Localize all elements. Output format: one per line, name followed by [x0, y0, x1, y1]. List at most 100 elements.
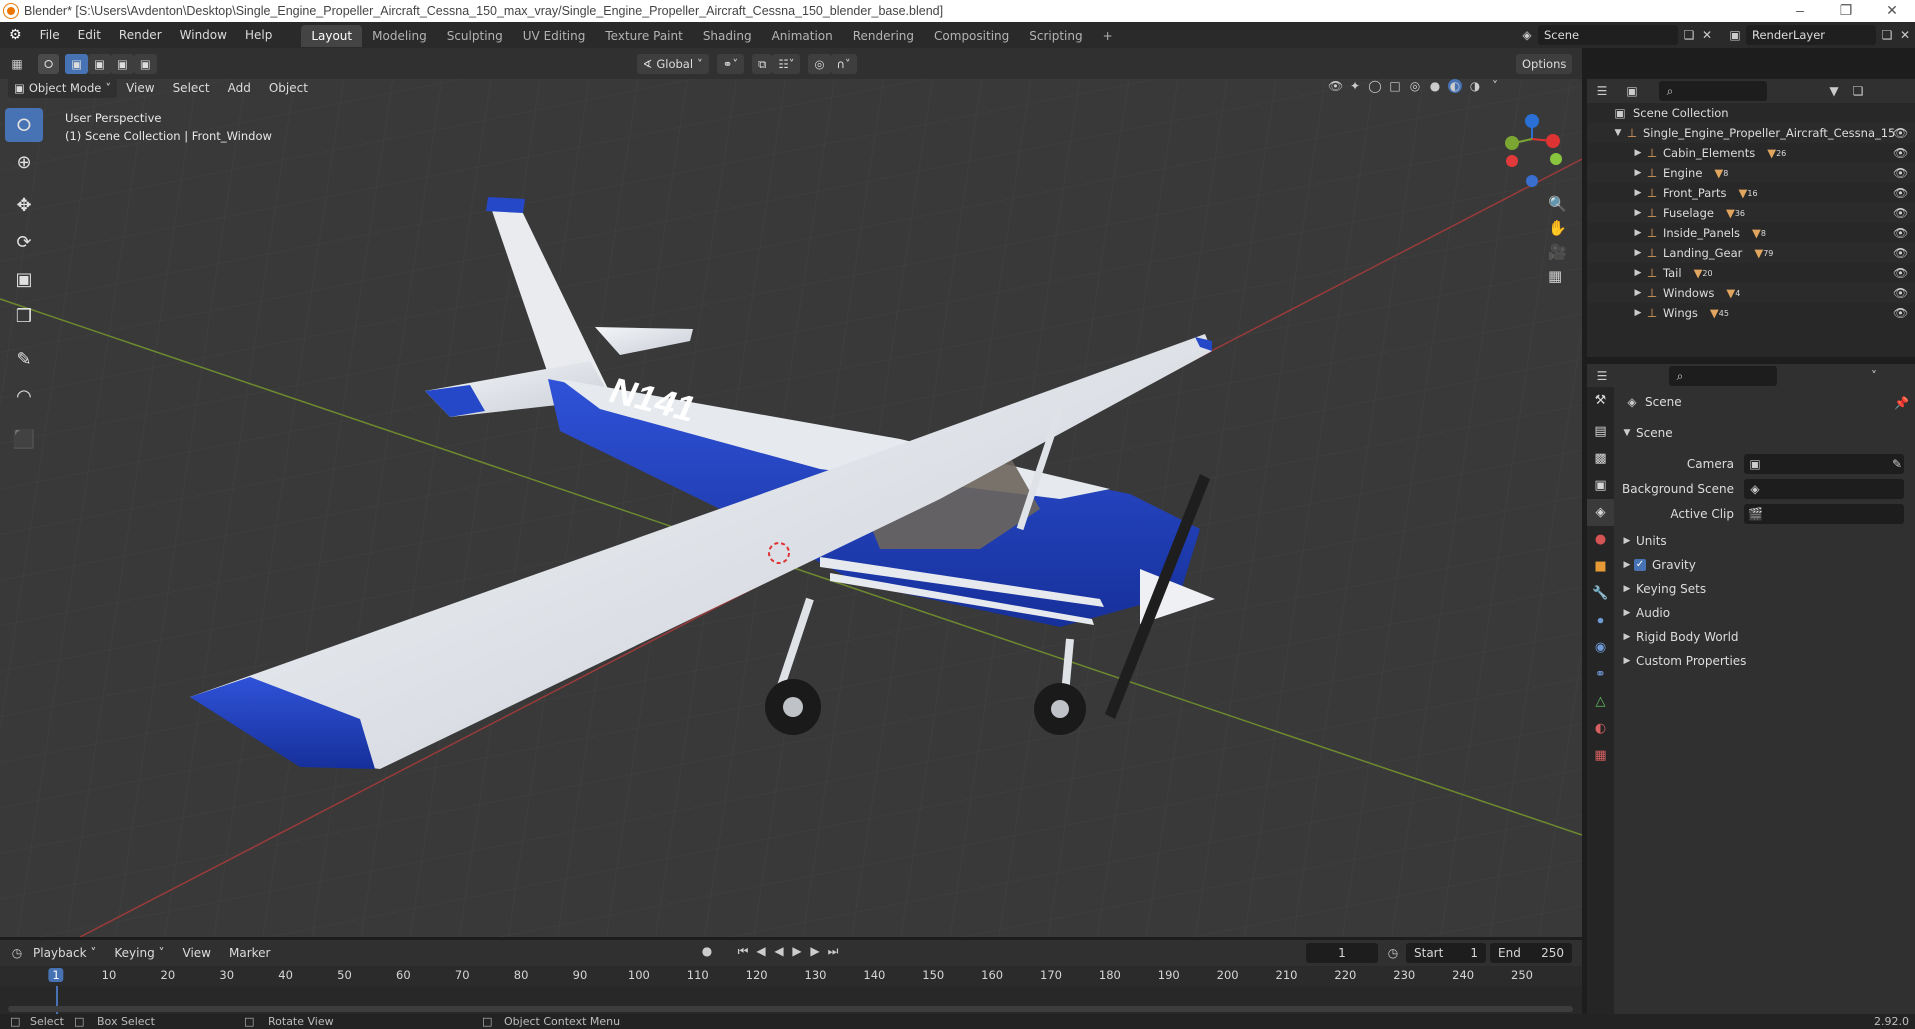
- menu-render[interactable]: Render: [110, 22, 171, 48]
- properties-editor-icon[interactable]: ☰: [1595, 369, 1609, 383]
- expand-icon[interactable]: ▶: [1631, 306, 1645, 320]
- play-reverse-icon[interactable]: ◀: [772, 944, 786, 958]
- add-workspace-icon[interactable]: +: [1093, 25, 1123, 47]
- scene-collection-row[interactable]: ▣ Scene Collection: [1587, 103, 1915, 123]
- frame-ruler[interactable]: 1 10 20 30 40 50 60 70 80 90 100 110 120 130 140 150 160…: [0, 966, 1582, 986]
- pivot-point-icon[interactable]: ⚭˅: [716, 53, 745, 74]
- select-mode-subtract-icon[interactable]: ▣: [110, 53, 134, 74]
- expand-icon[interactable]: ▶: [1631, 286, 1645, 300]
- visibility-eye-icon[interactable]: 👁: [1893, 166, 1908, 180]
- visibility-eye-icon[interactable]: 👁: [1893, 206, 1908, 220]
- data-tab-icon[interactable]: △: [1587, 688, 1614, 715]
- properties-options-icon[interactable]: ˅: [1867, 369, 1881, 383]
- tab-layout[interactable]: Layout: [301, 25, 363, 47]
- annotate-tool-icon[interactable]: ✎: [5, 342, 43, 376]
- jump-end-icon[interactable]: ⏭: [826, 944, 840, 958]
- shading-options-icon[interactable]: ˅: [1488, 79, 1502, 93]
- visibility-eye-icon[interactable]: 👁: [1893, 226, 1908, 240]
- physics-tab-icon[interactable]: ◉: [1587, 634, 1614, 661]
- outliner-item[interactable]: ▶ ⊥ Landing_Gear ▼ 79 👁: [1587, 243, 1915, 263]
- remove-view-layer-icon[interactable]: ✕: [1898, 28, 1912, 42]
- collection-row[interactable]: ▼ ⊥ Single_Engine_Propeller_Aircraft_Ces…: [1587, 123, 1915, 143]
- end-frame-field[interactable]: End 250: [1490, 943, 1572, 963]
- panel-gravity[interactable]: ▶ ✓ Gravity: [1620, 558, 1696, 572]
- timeline-editor-icon[interactable]: ◷: [10, 946, 24, 960]
- object-tab-icon[interactable]: ■: [1587, 553, 1614, 580]
- tab-scripting[interactable]: Scripting: [1019, 25, 1092, 47]
- new-collection-icon[interactable]: ❏: [1851, 84, 1865, 98]
- wireframe-shading-icon[interactable]: ◎: [1408, 79, 1422, 93]
- panel-rigid-body-world[interactable]: ▶ Rigid Body World: [1620, 630, 1739, 644]
- gravity-checkbox[interactable]: ✓: [1634, 559, 1646, 571]
- tab-shading[interactable]: Shading: [693, 25, 762, 47]
- rotate-tool-icon[interactable]: ⟳: [5, 225, 43, 259]
- visibility-icon[interactable]: 👁: [1328, 79, 1343, 93]
- transform-tool-icon[interactable]: ❒: [5, 299, 43, 333]
- expand-icon[interactable]: ▶: [1631, 186, 1645, 200]
- expand-icon[interactable]: ▶: [1631, 266, 1645, 280]
- menu-edit[interactable]: Edit: [69, 22, 110, 48]
- zoom-icon[interactable]: 🔍: [1548, 197, 1567, 212]
- viewport-menu-object[interactable]: Object: [260, 79, 317, 97]
- tab-sculpting[interactable]: Sculpting: [437, 25, 513, 47]
- tab-texture-paint[interactable]: Texture Paint: [595, 25, 692, 47]
- view-layer-tab-icon[interactable]: ▣: [1587, 472, 1614, 499]
- scene-tab-icon[interactable]: ◈: [1587, 499, 1614, 526]
- add-cube-tool-icon[interactable]: ⬛: [5, 422, 43, 456]
- view-layer-selector[interactable]: RenderLayer: [1746, 25, 1876, 45]
- minimize-icon[interactable]: –: [1780, 0, 1820, 22]
- tool-tab-icon[interactable]: ⚒: [1587, 387, 1614, 414]
- transform-orientation-dropdown[interactable]: ∢ Global ˅: [636, 53, 709, 74]
- select-mode-new-icon[interactable]: ▣: [65, 53, 89, 74]
- timeline-track-area[interactable]: [0, 986, 1582, 1014]
- restore-icon[interactable]: ❐: [1826, 0, 1866, 22]
- auto-keying-icon[interactable]: ●: [700, 944, 714, 958]
- panel-keying-sets[interactable]: ▶ Keying Sets: [1620, 582, 1707, 596]
- object-mode-dropdown[interactable]: ▣ Object Mode ˅: [8, 79, 118, 98]
- view-layer-icon[interactable]: ▣: [1728, 28, 1742, 42]
- output-tab-icon[interactable]: ▩: [1587, 445, 1614, 472]
- tab-modeling[interactable]: Modeling: [362, 25, 437, 47]
- preview-range-icon[interactable]: ◷: [1386, 946, 1400, 960]
- outliner-item[interactable]: ▶ ⊥ Windows ▼ 4 👁: [1587, 283, 1915, 303]
- 3d-viewport[interactable]: User Perspective (1) Scene Collection | …: [0, 79, 1582, 937]
- blender-menu-icon[interactable]: ⚙: [0, 22, 31, 48]
- menu-help[interactable]: Help: [236, 22, 281, 48]
- world-tab-icon[interactable]: ●: [1587, 526, 1614, 553]
- select-tool-icon[interactable]: ⭘: [38, 53, 60, 74]
- visibility-eye-icon[interactable]: 👁: [1893, 186, 1908, 200]
- start-frame-field[interactable]: Start 1: [1406, 943, 1486, 963]
- select-mode-invert-icon[interactable]: ▣: [133, 53, 157, 74]
- next-keyframe-icon[interactable]: ▶: [808, 944, 822, 958]
- material-tab-icon[interactable]: ◐: [1587, 715, 1614, 742]
- menu-window[interactable]: Window: [171, 22, 236, 48]
- visibility-eye-icon[interactable]: 👁: [1893, 306, 1908, 320]
- cursor-tool-icon[interactable]: ⊕: [5, 145, 43, 179]
- ortho-grid-icon[interactable]: ▦: [1548, 269, 1562, 284]
- scale-tool-icon[interactable]: ▣: [5, 262, 43, 296]
- new-scene-icon[interactable]: ❏: [1682, 28, 1696, 42]
- pan-hand-icon[interactable]: ✋: [1548, 221, 1567, 236]
- jump-start-icon[interactable]: ⏮: [736, 944, 750, 958]
- eyedropper-icon[interactable]: ✎: [1890, 457, 1904, 471]
- camera-view-icon[interactable]: 🎥: [1548, 245, 1567, 260]
- close-icon[interactable]: ✕: [1872, 0, 1912, 22]
- outliner-editor-icon[interactable]: ☰: [1595, 84, 1609, 98]
- tab-compositing[interactable]: Compositing: [924, 25, 1019, 47]
- scene-panel-header[interactable]: ▼ Scene: [1620, 426, 1673, 440]
- modifier-tab-icon[interactable]: 🔧: [1587, 580, 1614, 607]
- expand-icon[interactable]: ▶: [1631, 246, 1645, 260]
- editor-type-icon[interactable]: ▦: [10, 57, 24, 71]
- scene-icon[interactable]: ◈: [1520, 28, 1534, 42]
- filter-icon[interactable]: ▼: [1827, 84, 1841, 98]
- play-icon[interactable]: ▶: [790, 944, 804, 958]
- proportional-edit-icon[interactable]: ◎: [808, 53, 831, 74]
- expand-icon[interactable]: ▶: [1631, 226, 1645, 240]
- outliner-item[interactable]: ▶ ⊥ Cabin_Elements ▼ 26 👁: [1587, 143, 1915, 163]
- timeline-menu-view[interactable]: View: [174, 940, 220, 966]
- measure-tool-icon[interactable]: ◠: [5, 379, 43, 413]
- background-scene-field[interactable]: ◈: [1744, 479, 1904, 499]
- timeline-menu-playback[interactable]: Playback ˅: [24, 940, 105, 966]
- timeline-scrollbar[interactable]: [8, 1006, 1573, 1012]
- expand-icon[interactable]: ▶: [1631, 166, 1645, 180]
